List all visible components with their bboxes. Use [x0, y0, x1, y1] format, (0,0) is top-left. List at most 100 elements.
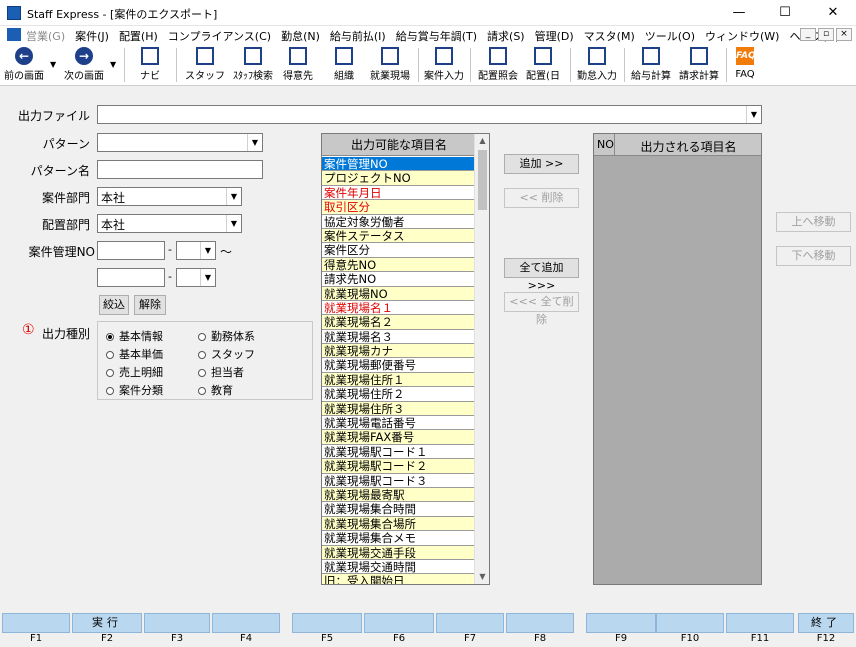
available-items-scrollbar[interactable]: ▲ ▼	[474, 134, 489, 584]
fkey-f2-button[interactable]: 実行	[72, 613, 142, 633]
available-items-list[interactable]: 出力可能な項目名 案件管理NO プロジェクトNO 案件年月日 取引区分 協定対象労働者案…	[321, 133, 490, 585]
list-item[interactable]: 案件ステータス	[322, 228, 476, 244]
output-type-radio[interactable]: スタッフ	[198, 346, 255, 362]
case-dept-combo[interactable]: 本社 ▼	[97, 187, 242, 206]
mdi-minimize-button[interactable]: _	[800, 28, 816, 41]
list-item[interactable]: 就業現場FAX番号	[322, 430, 476, 445]
list-item[interactable]: 協定対象労働者	[322, 214, 476, 229]
list-item[interactable]: 就業現場最寄駅	[322, 487, 476, 503]
list-item[interactable]: 就業現場NO	[322, 286, 476, 301]
list-item[interactable]: 就業現場名１	[322, 300, 476, 316]
fkey-f12-button[interactable]: 終了	[798, 613, 854, 633]
faq-button[interactable]: FAQ FAQ	[730, 46, 760, 84]
chevron-down-icon[interactable]: ▼	[226, 215, 241, 232]
menu-item[interactable]: ツール(O)	[645, 28, 695, 44]
list-item[interactable]: 取引区分	[322, 200, 476, 215]
output-type-radio[interactable]: 勤務体系	[198, 328, 255, 344]
site-button[interactable]: 就業現場	[368, 46, 412, 84]
list-item[interactable]: 就業現場交通時間	[322, 559, 476, 575]
fkey-f9-button[interactable]	[586, 613, 656, 633]
output-file-combo[interactable]: ▼	[97, 105, 762, 124]
menu-item[interactable]: 案件(J)	[75, 28, 109, 44]
navi-button[interactable]: ナビ	[132, 46, 168, 84]
chevron-down-icon[interactable]: ▼	[200, 242, 215, 259]
staff-search-button[interactable]: ｽﾀｯﾌ検索	[228, 46, 278, 84]
next-dropdown-icon[interactable]: ▼	[110, 60, 116, 69]
list-item[interactable]: 就業現場住所１	[322, 372, 476, 388]
fkey-f4-button[interactable]	[212, 613, 280, 633]
scroll-up-icon[interactable]: ▲	[475, 134, 489, 148]
mdi-close-button[interactable]: ×	[836, 28, 852, 41]
remove-all-button[interactable]: <<< 全て削除	[504, 292, 579, 326]
chevron-down-icon[interactable]: ▼	[247, 134, 262, 151]
menu-item[interactable]: 勤怠(N)	[281, 28, 320, 44]
chevron-down-icon[interactable]: ▼	[200, 269, 215, 286]
list-item[interactable]: 就業現場電話番号	[322, 416, 476, 431]
deploy-dept-combo[interactable]: 本社 ▼	[97, 214, 242, 233]
menu-item[interactable]: 請求(S)	[487, 28, 525, 44]
staff-button[interactable]: スタッフ	[184, 46, 226, 84]
menu-item[interactable]: 給与賞与年調(T)	[396, 28, 477, 44]
menu-item[interactable]: 管理(D)	[535, 28, 574, 44]
list-item[interactable]: 就業現場交通手段	[322, 545, 476, 560]
list-item[interactable]: 就業現場住所３	[322, 401, 476, 417]
chevron-down-icon[interactable]: ▼	[226, 188, 241, 205]
menu-item[interactable]: 営業(G)	[26, 28, 65, 44]
fkey-f3-button[interactable]	[144, 613, 210, 633]
prev-screen-button[interactable]: ← 前の画面	[2, 46, 46, 84]
list-item[interactable]: 就業現場集合メモ	[322, 531, 476, 546]
client-button[interactable]: 得意先	[280, 46, 316, 84]
case-no-to-input[interactable]	[97, 268, 165, 287]
remove-button[interactable]: << 削除	[504, 188, 579, 208]
output-type-radio[interactable]: 売上明細	[106, 364, 163, 380]
next-screen-button[interactable]: → 次の画面	[62, 46, 106, 84]
menu-item[interactable]: マスタ(M)	[584, 28, 635, 44]
fkey-f1-button[interactable]	[2, 613, 70, 633]
list-item[interactable]: 就業現場集合場所	[322, 516, 476, 532]
salary-calc-button[interactable]: 給与計算	[628, 46, 674, 84]
clear-button[interactable]: 解除	[134, 295, 166, 315]
list-item[interactable]: 就業現場駅コード３	[322, 473, 476, 488]
case-no-from-input[interactable]	[97, 241, 165, 260]
fkey-f5-button[interactable]	[292, 613, 362, 633]
list-item[interactable]: プロジェクトNO	[322, 171, 476, 186]
filter-button[interactable]: 絞込	[99, 295, 129, 315]
prev-dropdown-icon[interactable]: ▼	[50, 60, 56, 69]
output-type-radio[interactable]: 教育	[198, 382, 233, 398]
list-item[interactable]: 旧：受入開始日	[322, 574, 476, 584]
move-up-button[interactable]: 上へ移動	[776, 212, 851, 232]
list-item[interactable]: 案件年月日	[322, 185, 476, 201]
case-no-to-sub-combo[interactable]: ▼	[176, 268, 216, 287]
deploy-inquiry-button[interactable]: 配置照会	[476, 46, 520, 84]
deploy-day-button[interactable]: 配置(日	[524, 46, 562, 84]
close-button[interactable]: ✕	[810, 0, 856, 26]
fkey-f6-button[interactable]	[364, 613, 434, 633]
fkey-f7-button[interactable]	[436, 613, 504, 633]
case-no-from-sub-combo[interactable]: ▼	[176, 241, 216, 260]
list-item[interactable]: 就業現場駅コード２	[322, 459, 476, 474]
list-item[interactable]: 就業現場集合時間	[322, 502, 476, 517]
billing-calc-button[interactable]: 請求計算	[676, 46, 722, 84]
move-down-button[interactable]: 下へ移動	[776, 246, 851, 266]
menu-item[interactable]: 配置(H)	[119, 28, 158, 44]
menu-item[interactable]: ウィンドウ(W)	[705, 28, 779, 44]
add-all-button[interactable]: 全て追加 >>>	[504, 258, 579, 292]
maximize-button[interactable]: ☐	[762, 0, 808, 26]
menu-item[interactable]: 給与前払(I)	[330, 28, 386, 44]
output-type-radio[interactable]: 担当者	[198, 364, 244, 380]
chevron-down-icon[interactable]: ▼	[746, 106, 761, 123]
scroll-thumb[interactable]	[478, 150, 487, 210]
add-button[interactable]: 追加 >>	[504, 154, 579, 174]
document-icon[interactable]	[7, 28, 21, 41]
list-item[interactable]: 就業現場住所２	[322, 387, 476, 402]
output-type-radio[interactable]: 基本単価	[106, 346, 163, 362]
list-item[interactable]: 請求先NO	[322, 272, 476, 287]
mdi-restore-button[interactable]: ▫	[818, 28, 834, 41]
org-button[interactable]: 組織	[328, 46, 360, 84]
list-item[interactable]: 案件管理NO	[322, 157, 476, 172]
list-item[interactable]: 就業現場郵便番号	[322, 358, 476, 373]
attendance-input-button[interactable]: 勤怠入力	[574, 46, 620, 84]
pattern-combo[interactable]: ▼	[97, 133, 263, 152]
output-type-radio[interactable]: 基本情報	[106, 328, 163, 344]
fkey-f8-button[interactable]	[506, 613, 574, 633]
